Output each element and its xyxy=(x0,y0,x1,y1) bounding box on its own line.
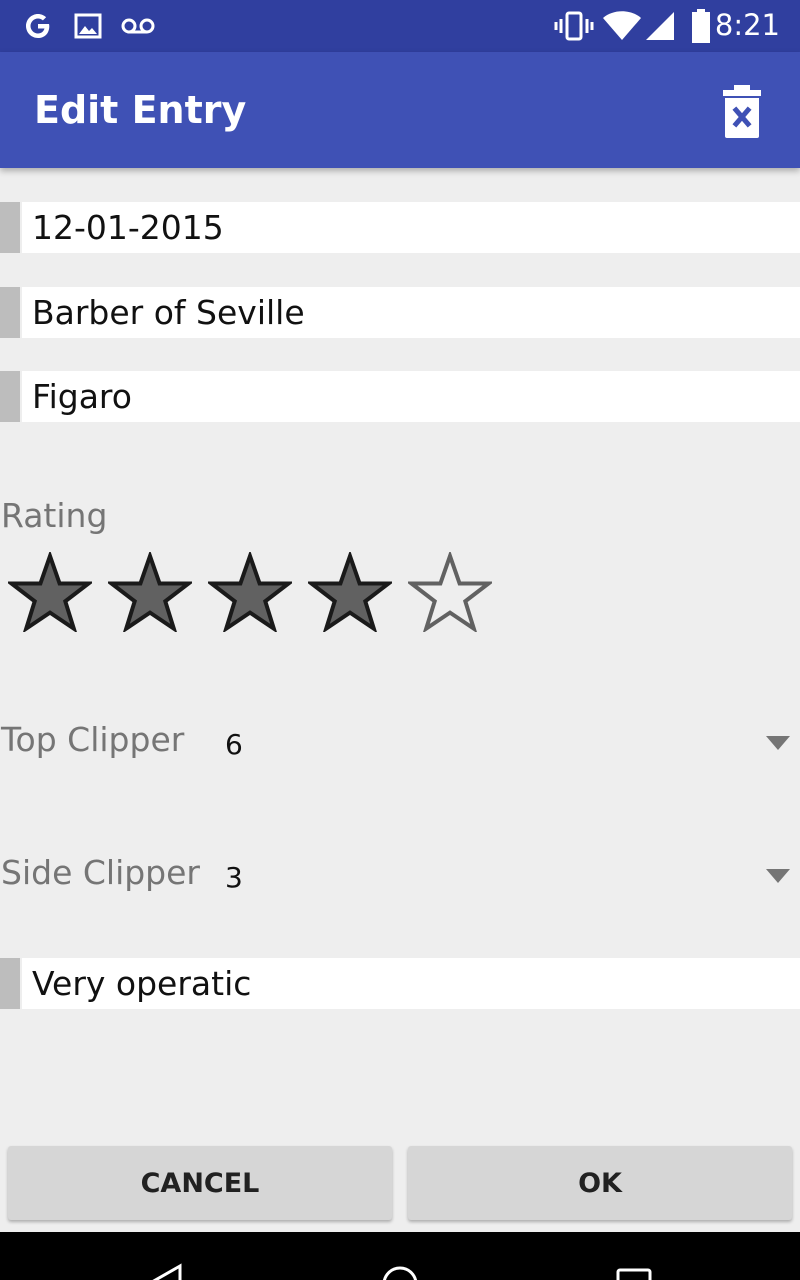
character-field[interactable] xyxy=(22,371,800,422)
app-bar: Edit Entry xyxy=(0,52,800,168)
signal-icon xyxy=(646,12,674,40)
image-icon xyxy=(74,13,102,39)
top-clipper-value: 6 xyxy=(225,728,243,761)
dropdown-arrow-icon xyxy=(766,736,790,750)
top-clipper-label: Top Clipper xyxy=(1,720,185,759)
back-icon[interactable] xyxy=(146,1262,186,1280)
recents-icon[interactable] xyxy=(614,1266,654,1280)
field-marker xyxy=(0,371,20,422)
status-time: 8:21 xyxy=(714,8,780,42)
google-icon xyxy=(26,14,50,38)
status-bar: 8:21 xyxy=(0,0,800,52)
date-field[interactable] xyxy=(22,202,800,253)
rating-bar[interactable] xyxy=(8,552,508,632)
date-field-row xyxy=(0,202,800,253)
character-field-row xyxy=(0,371,800,422)
star-5-icon[interactable] xyxy=(408,552,492,632)
home-icon[interactable] xyxy=(380,1264,420,1280)
star-3-icon[interactable] xyxy=(208,552,292,632)
side-clipper-spinner[interactable]: Side Clipper 3 xyxy=(0,841,800,911)
vibrate-icon xyxy=(554,11,594,41)
rating-label: Rating xyxy=(1,496,108,535)
side-clipper-value: 3 xyxy=(225,861,243,894)
star-2-icon[interactable] xyxy=(108,552,192,632)
star-4-icon[interactable] xyxy=(308,552,392,632)
delete-icon xyxy=(723,85,761,138)
notes-field[interactable] xyxy=(22,958,800,1009)
nav-bar xyxy=(0,1232,800,1280)
battery-icon xyxy=(692,9,710,43)
voicemail-icon xyxy=(121,18,155,34)
top-clipper-spinner[interactable]: Top Clipper 6 xyxy=(0,708,800,778)
cancel-button[interactable]: CANCEL xyxy=(8,1146,392,1220)
page-title: Edit Entry xyxy=(34,88,247,132)
dropdown-arrow-icon xyxy=(766,869,790,883)
field-marker xyxy=(0,202,20,253)
side-clipper-label: Side Clipper xyxy=(1,853,200,892)
field-marker xyxy=(0,287,20,338)
title-field[interactable] xyxy=(22,287,800,338)
field-marker xyxy=(0,958,20,1009)
title-field-row xyxy=(0,287,800,338)
wifi-icon xyxy=(603,11,641,40)
star-1-icon[interactable] xyxy=(8,552,92,632)
delete-button[interactable] xyxy=(712,82,772,142)
ok-button[interactable]: OK xyxy=(408,1146,792,1220)
notes-field-row xyxy=(0,958,800,1009)
